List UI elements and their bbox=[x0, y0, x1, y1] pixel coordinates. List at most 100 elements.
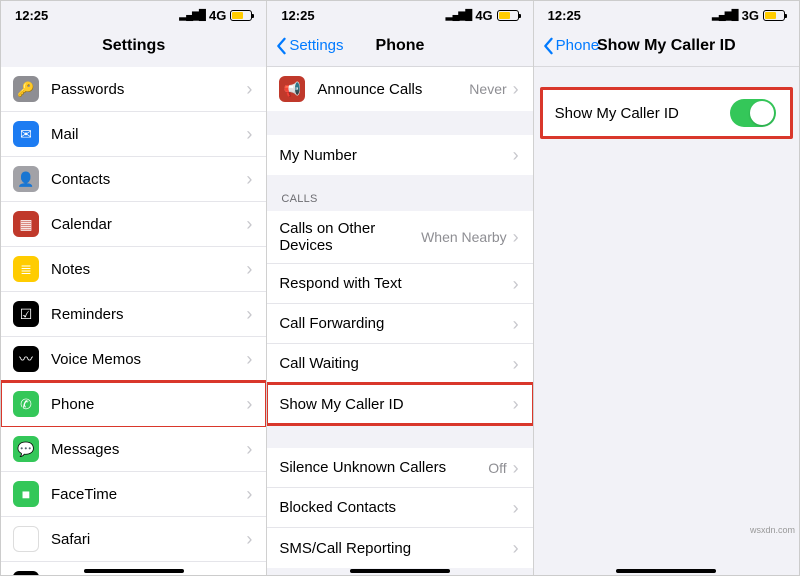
announce-calls-row[interactable]: 📢 Announce Calls Never › bbox=[267, 67, 532, 111]
signal-icon: ▂▄▆█ bbox=[446, 10, 472, 21]
status-right: ▂▄▆█ 4G bbox=[446, 8, 519, 23]
settings-row-mail[interactable]: ✉︎ Mail› bbox=[1, 112, 266, 157]
calls-row-show-my-caller-id[interactable]: Show My Caller ID› bbox=[267, 384, 532, 424]
home-indicator[interactable] bbox=[350, 569, 450, 573]
settings-row-messages[interactable]: 💬Messages› bbox=[1, 427, 266, 472]
battery-icon bbox=[497, 10, 519, 21]
chevron-right-icon: › bbox=[513, 228, 519, 246]
settings-row-contacts[interactable]: 👤 Contacts› bbox=[1, 157, 266, 202]
battery-icon bbox=[763, 10, 785, 21]
chevron-right-icon: › bbox=[246, 80, 252, 98]
settings-row-reminders[interactable]: ☑︎ Reminders› bbox=[1, 292, 266, 337]
stocks-icon: 📈 bbox=[13, 571, 39, 575]
show-caller-id-row[interactable]: Show My Caller ID bbox=[543, 90, 790, 136]
signal-icon: ▂▄▆█ bbox=[179, 10, 205, 21]
row-label: Blocked Contacts bbox=[279, 499, 512, 516]
settings-row-facetime[interactable]: ■FaceTime› bbox=[1, 472, 266, 517]
chevron-right-icon: › bbox=[246, 305, 252, 323]
phone-icon: ✆ bbox=[13, 391, 39, 417]
status-time: 12:25 bbox=[548, 8, 581, 23]
chevron-right-icon: › bbox=[246, 260, 252, 278]
calls-section-header: CALLS bbox=[267, 175, 532, 211]
calls-row-call-waiting[interactable]: Call Waiting› bbox=[267, 344, 532, 384]
chevron-right-icon: › bbox=[246, 350, 252, 368]
status-right: ▂▄▆█ 4G bbox=[179, 8, 252, 23]
settings-list[interactable]: 🔑Passwords›✉︎Mail›👤Contacts›▦Calendar›≣N… bbox=[1, 67, 266, 575]
row-label: Show My Caller ID bbox=[555, 105, 730, 122]
row-silence-unknown-callers[interactable]: Silence Unknown CallersOff › bbox=[267, 448, 532, 488]
phone-settings-list[interactable]: 📢 Announce Calls Never › My Number › CAL… bbox=[267, 67, 532, 575]
chevron-right-icon: › bbox=[513, 80, 519, 98]
settings-row-phone[interactable]: ✆ Phone› bbox=[1, 382, 266, 427]
chevron-right-icon: › bbox=[246, 440, 252, 458]
chevron-right-icon: › bbox=[513, 499, 519, 517]
back-button[interactable]: Settings bbox=[275, 25, 343, 66]
settings-row-safari[interactable]: ⊕ Safari› bbox=[1, 517, 266, 562]
settings-row-notes[interactable]: ≣Notes› bbox=[1, 247, 266, 292]
chevron-right-icon: › bbox=[246, 530, 252, 548]
row-value: Never bbox=[469, 81, 506, 97]
highlight-box: Show My Caller ID bbox=[540, 87, 793, 139]
calls-row-respond-with-text[interactable]: Respond with Text› bbox=[267, 264, 532, 304]
caller-id-screen: 12:25 ▂▄▆█ 3G Phone Show My Caller ID Sh… bbox=[534, 1, 799, 575]
status-bar: 12:25 ▂▄▆█ 3G bbox=[534, 1, 799, 25]
show-caller-id-toggle[interactable] bbox=[730, 99, 776, 127]
home-indicator[interactable] bbox=[616, 569, 716, 573]
row-label: Contacts bbox=[51, 171, 246, 188]
row-label: Show My Caller ID bbox=[279, 396, 512, 413]
signal-icon: ▂▄▆█ bbox=[712, 10, 738, 21]
battery-icon bbox=[230, 10, 252, 21]
row-label: Calls on Other Devices bbox=[279, 220, 421, 254]
navbar: Settings bbox=[1, 25, 266, 67]
row-sms-call-reporting[interactable]: SMS/Call Reporting› bbox=[267, 528, 532, 568]
row-label: Calendar bbox=[51, 216, 246, 233]
row-blocked-contacts[interactable]: Blocked Contacts› bbox=[267, 488, 532, 528]
page-title: Phone bbox=[376, 37, 425, 55]
row-value: Off bbox=[488, 460, 506, 476]
mail-icon: ✉︎ bbox=[13, 121, 39, 147]
settings-row-voice-memos[interactable]: 〰Voice Memos› bbox=[1, 337, 266, 382]
row-label: Call Waiting bbox=[279, 355, 512, 372]
chevron-right-icon: › bbox=[513, 355, 519, 373]
safari-icon: ⊕ bbox=[13, 526, 39, 552]
row-label: Call Forwarding bbox=[279, 315, 512, 332]
row-label: Messages bbox=[51, 441, 246, 458]
back-label: Phone bbox=[556, 37, 599, 54]
chevron-right-icon: › bbox=[246, 170, 252, 188]
row-label: Announce Calls bbox=[317, 81, 469, 98]
network-label: 4G bbox=[209, 8, 226, 23]
chevron-right-icon: › bbox=[246, 395, 252, 413]
settings-row-passwords[interactable]: 🔑Passwords› bbox=[1, 67, 266, 112]
chevron-right-icon: › bbox=[513, 539, 519, 557]
page-title: Settings bbox=[102, 37, 165, 55]
chevron-right-icon: › bbox=[246, 215, 252, 233]
notes-icon: ≣ bbox=[13, 256, 39, 282]
network-label: 3G bbox=[742, 8, 759, 23]
calls-row-call-forwarding[interactable]: Call Forwarding› bbox=[267, 304, 532, 344]
reminders-icon: ☑︎ bbox=[13, 301, 39, 327]
contacts-icon: 👤 bbox=[13, 166, 39, 192]
row-label: Safari bbox=[51, 531, 246, 548]
my-number-row[interactable]: My Number › bbox=[267, 135, 532, 175]
calendar-icon: ▦ bbox=[13, 211, 39, 237]
status-time: 12:25 bbox=[15, 8, 48, 23]
status-time: 12:25 bbox=[281, 8, 314, 23]
row-label: Mail bbox=[51, 126, 246, 143]
chevron-right-icon: › bbox=[513, 315, 519, 333]
caller-id-content: Show My Caller ID bbox=[534, 67, 799, 575]
chevron-right-icon: › bbox=[246, 485, 252, 503]
calls-row-calls-on-other-devices[interactable]: Calls on Other DevicesWhen Nearby› bbox=[267, 211, 532, 264]
status-bar: 12:25 ▂▄▆█ 4G bbox=[1, 1, 266, 25]
row-label: Phone bbox=[51, 396, 246, 413]
facetime-icon: ■ bbox=[13, 481, 39, 507]
home-indicator[interactable] bbox=[84, 569, 184, 573]
chevron-right-icon: › bbox=[513, 275, 519, 293]
settings-row-calendar[interactable]: ▦ Calendar› bbox=[1, 202, 266, 247]
network-label: 4G bbox=[475, 8, 492, 23]
back-button[interactable]: Phone bbox=[542, 25, 599, 66]
row-label: Reminders bbox=[51, 306, 246, 323]
chevron-right-icon: › bbox=[513, 459, 519, 477]
row-label: Silence Unknown Callers bbox=[279, 459, 488, 476]
phone-settings-screen: 12:25 ▂▄▆█ 4G Settings Phone 📢 Announce … bbox=[267, 1, 533, 575]
chevron-right-icon: › bbox=[246, 125, 252, 143]
